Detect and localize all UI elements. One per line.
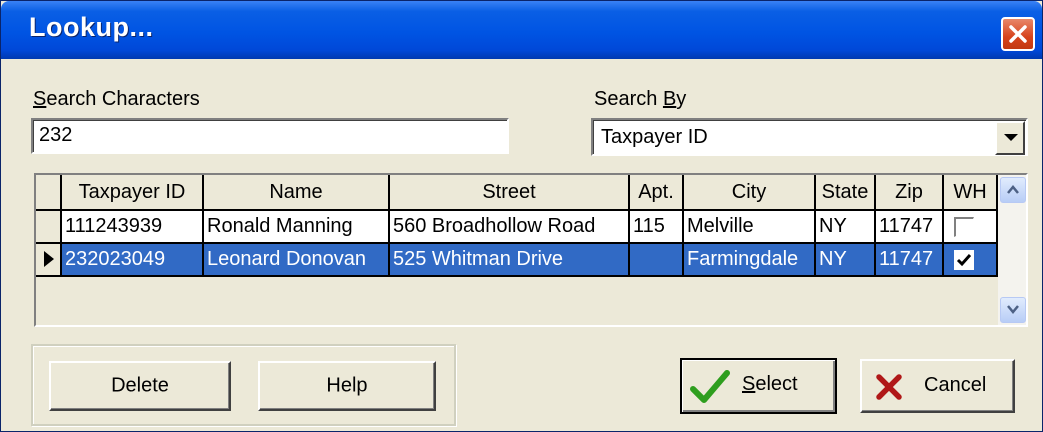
table-cell-selected[interactable]: Leonard Donovan bbox=[204, 244, 390, 277]
table-cell-selected[interactable]: 232023049 bbox=[62, 244, 204, 277]
search-characters-label: Search Characters bbox=[33, 88, 200, 110]
search-by-select[interactable]: Taxpayer ID bbox=[591, 118, 1028, 156]
search-characters-value: 232 bbox=[39, 124, 73, 146]
table-cell-selected[interactable]: 11747 bbox=[876, 244, 944, 277]
scroll-down-button[interactable] bbox=[1000, 297, 1026, 323]
column-header-street[interactable]: Street bbox=[390, 175, 630, 211]
close-button[interactable] bbox=[1001, 17, 1035, 51]
wh-checkbox-checked[interactable] bbox=[954, 250, 974, 270]
table-cell[interactable]: 111243939 bbox=[62, 211, 204, 244]
close-icon bbox=[1009, 25, 1027, 43]
cancel-button-label: Cancel bbox=[924, 374, 987, 396]
table-cell-selected[interactable]: Farmingdale bbox=[684, 244, 816, 277]
select-button[interactable]: Select bbox=[680, 358, 837, 414]
row-indicator[interactable] bbox=[36, 211, 62, 244]
table-cell-selected[interactable] bbox=[630, 244, 684, 277]
delete-button-label: Delete bbox=[111, 374, 169, 397]
title-bar[interactable]: Lookup... bbox=[1, 1, 1042, 59]
wh-checkbox[interactable] bbox=[954, 217, 974, 237]
table-cell[interactable]: Ronald Manning bbox=[204, 211, 390, 244]
window-title: Lookup... bbox=[29, 12, 154, 42]
column-header-city[interactable]: City bbox=[684, 175, 816, 211]
wh-cell-selected[interactable] bbox=[944, 244, 998, 277]
row-indicator-current[interactable] bbox=[36, 244, 62, 277]
column-header-zip[interactable]: Zip bbox=[876, 175, 944, 211]
table-cell[interactable]: 560 Broadhollow Road bbox=[390, 211, 630, 244]
results-grid[interactable]: Taxpayer ID Name Street Apt. City State … bbox=[34, 173, 1028, 327]
table-cell-selected[interactable]: 525 Whitman Drive bbox=[390, 244, 630, 277]
chevron-up-icon bbox=[1007, 185, 1019, 194]
lookup-dialog: Lookup... Search Characters 232 Search B… bbox=[0, 0, 1043, 432]
search-by-dropdown-button[interactable] bbox=[995, 121, 1025, 155]
column-header-name[interactable]: Name bbox=[204, 175, 390, 211]
checkmark-icon bbox=[690, 370, 730, 403]
x-icon bbox=[876, 374, 902, 400]
row-indicator-header bbox=[36, 175, 62, 211]
chevron-down-icon bbox=[1004, 134, 1018, 141]
chevron-down-icon bbox=[1007, 305, 1019, 314]
help-button[interactable]: Help bbox=[258, 361, 436, 411]
table-cell[interactable]: 11747 bbox=[876, 211, 944, 244]
help-button-label: Help bbox=[326, 374, 368, 397]
cancel-button[interactable]: Cancel bbox=[860, 359, 1015, 413]
column-header-apt[interactable]: Apt. bbox=[630, 175, 684, 211]
search-characters-input[interactable]: 232 bbox=[31, 118, 509, 154]
scroll-up-button[interactable] bbox=[1000, 177, 1026, 203]
search-by-value: Taxpayer ID bbox=[601, 126, 708, 148]
table-cell[interactable]: 115 bbox=[630, 211, 684, 244]
search-by-label: Search By bbox=[594, 88, 687, 110]
column-header-taxpayer-id[interactable]: Taxpayer ID bbox=[62, 175, 204, 211]
delete-button[interactable]: Delete bbox=[49, 361, 231, 411]
table-cell[interactable]: NY bbox=[816, 211, 876, 244]
vertical-scrollbar[interactable] bbox=[998, 175, 1026, 325]
current-row-arrow-icon bbox=[44, 251, 54, 267]
checkmark-icon bbox=[956, 254, 972, 267]
column-header-wh[interactable]: WH bbox=[944, 175, 998, 211]
column-header-state[interactable]: State bbox=[816, 175, 876, 211]
table-cell[interactable]: Melville bbox=[684, 211, 816, 244]
select-button-label: Select bbox=[742, 373, 798, 395]
wh-cell[interactable] bbox=[944, 211, 998, 244]
table-cell-selected[interactable]: NY bbox=[816, 244, 876, 277]
